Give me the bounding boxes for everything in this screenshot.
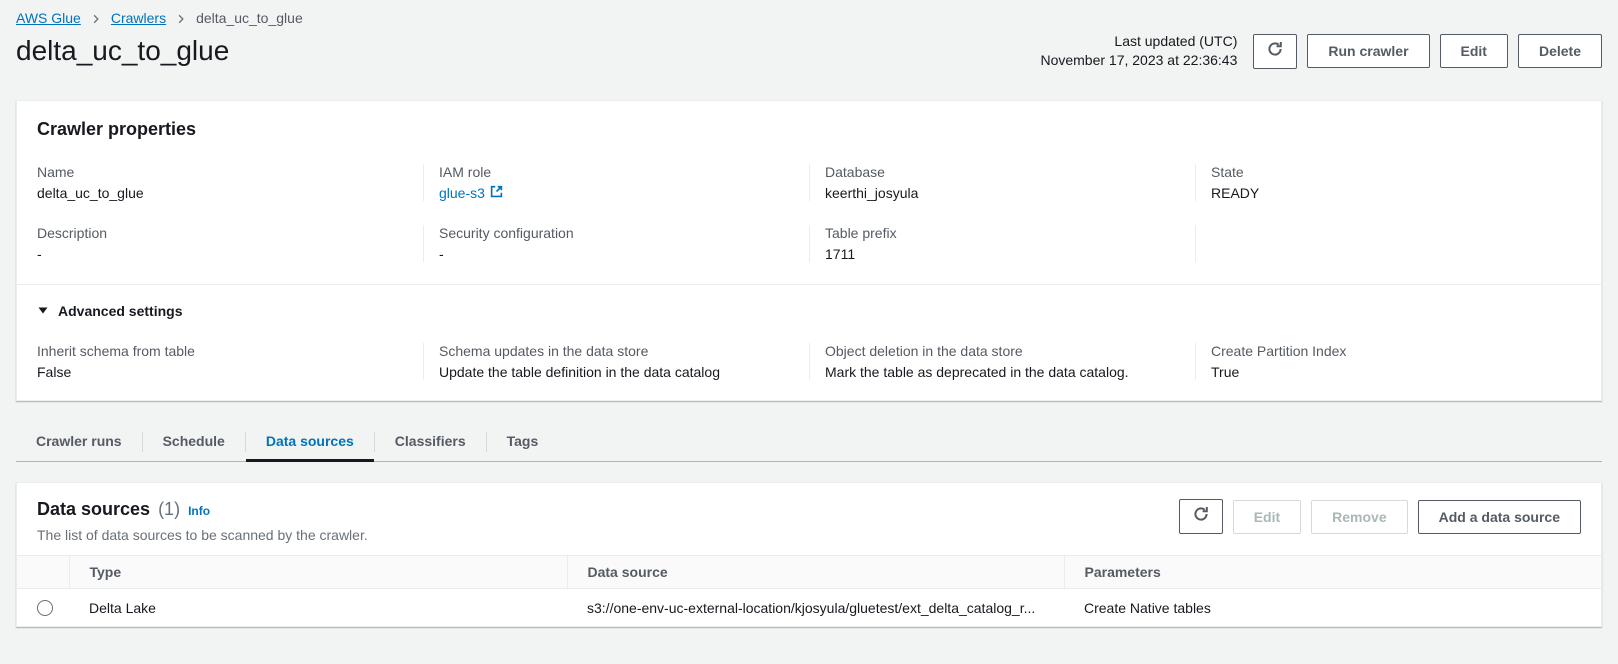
state-value: READY [1211,185,1566,201]
tab-classifiers[interactable]: Classifiers [375,423,486,462]
field-label: State [1211,164,1566,180]
field-schema-updates: Schema updates in the data store Update … [423,343,809,380]
field-label: Security configuration [439,225,794,241]
last-updated-label: Last updated (UTC) [1040,32,1237,51]
breadcrumb-aws-glue[interactable]: AWS Glue [16,10,81,26]
field-empty [1195,225,1581,262]
refresh-icon [1193,506,1209,527]
column-header-type: Type [69,556,567,589]
last-updated: Last updated (UTC) November 17, 2023 at … [1040,32,1237,70]
field-label: Object deletion in the data store [825,343,1180,359]
field-iam-role: IAM role glue-s3 [423,164,809,201]
breadcrumb: AWS Glue Crawlers delta_uc_to_glue [16,10,1602,26]
data-sources-title: Data sources [37,499,150,520]
field-inherit-schema: Inherit schema from table False [37,343,423,380]
field-value: - [439,246,794,262]
field-label: IAM role [439,164,794,180]
table-row: Delta Lake s3://one-env-uc-external-loca… [17,589,1601,627]
field-table-prefix: Table prefix 1711 [809,225,1195,262]
breadcrumb-crawlers[interactable]: Crawlers [111,10,166,26]
crawler-properties-title: Crawler properties [37,119,1581,140]
field-description: Description - [37,225,423,262]
column-header-parameters: Parameters [1064,556,1601,589]
field-object-deletion: Object deletion in the data store Mark t… [809,343,1195,380]
page-title: delta_uc_to_glue [16,35,229,67]
delete-button[interactable]: Delete [1518,34,1602,68]
tab-bar: Crawler runs Schedule Data sources Class… [16,423,1602,462]
info-link[interactable]: Info [188,504,210,518]
field-database: Database keerthi_josyula [809,164,1195,201]
field-value: - [37,246,408,262]
refresh-button[interactable] [1253,34,1297,69]
page-header: delta_uc_to_glue Last updated (UTC) Nove… [16,32,1602,70]
field-value: delta_uc_to_glue [37,185,408,201]
column-header-data-source: Data source [567,556,1064,589]
data-source-edit-button[interactable]: Edit [1233,500,1301,534]
cell-type: Delta Lake [69,589,567,627]
add-data-source-button[interactable]: Add a data source [1418,500,1581,534]
data-sources-count: (1) [158,499,180,520]
field-value: keerthi_josyula [825,185,1180,201]
field-value: False [37,364,408,380]
page: AWS Glue Crawlers delta_uc_to_glue delta… [0,0,1618,627]
field-value: 1711 [825,246,1180,262]
advanced-settings-toggle[interactable]: Advanced settings [37,303,1581,319]
data-sources-refresh-button[interactable] [1179,499,1223,534]
field-label: Schema updates in the data store [439,343,794,359]
tab-data-sources[interactable]: Data sources [246,423,374,462]
field-label: Description [37,225,408,241]
last-updated-value: November 17, 2023 at 22:36:43 [1040,51,1237,70]
divider [17,284,1601,285]
chevron-right-icon [176,13,186,25]
data-source-remove-button[interactable]: Remove [1311,500,1407,534]
data-sources-table: Type Data source Parameters Delta Lake s… [17,555,1601,626]
row-select-radio[interactable] [37,600,53,616]
field-value: Update the table definition in the data … [439,364,794,380]
run-crawler-button[interactable]: Run crawler [1307,34,1429,68]
field-label: Table prefix [825,225,1180,241]
tab-schedule[interactable]: Schedule [143,423,245,462]
field-state: State READY [1195,164,1581,201]
refresh-icon [1267,41,1283,62]
cell-data-source: s3://one-env-uc-external-location/kjosyu… [567,589,1064,627]
field-label: Database [825,164,1180,180]
field-label: Create Partition Index [1211,343,1566,359]
data-sources-description: The list of data sources to be scanned b… [37,527,368,543]
external-link-icon [490,185,503,201]
tab-crawler-runs[interactable]: Crawler runs [16,423,142,462]
edit-button[interactable]: Edit [1440,34,1508,68]
iam-role-link[interactable]: glue-s3 [439,185,503,201]
field-label: Name [37,164,408,180]
advanced-settings-label: Advanced settings [58,303,182,319]
advanced-settings-grid: Inherit schema from table False Schema u… [37,343,1581,380]
tab-tags[interactable]: Tags [487,423,559,462]
field-partition-index: Create Partition Index True [1195,343,1581,380]
field-value: True [1211,364,1566,380]
field-value: Mark the table as deprecated in the data… [825,364,1180,380]
caret-down-icon [37,303,49,319]
selection-column-header [17,556,69,589]
chevron-right-icon [91,13,101,25]
field-name: Name delta_uc_to_glue [37,164,423,201]
cell-parameters: Create Native tables [1064,589,1601,627]
properties-grid: Name delta_uc_to_glue IAM role glue-s3 D… [37,164,1581,262]
breadcrumb-current: delta_uc_to_glue [196,10,303,26]
crawler-properties-card: Crawler properties Name delta_uc_to_glue… [16,100,1602,401]
field-label: Inherit schema from table [37,343,408,359]
field-security-configuration: Security configuration - [423,225,809,262]
table-header-row: Type Data source Parameters [17,556,1601,589]
data-sources-card: Data sources (1) Info The list of data s… [16,482,1602,627]
